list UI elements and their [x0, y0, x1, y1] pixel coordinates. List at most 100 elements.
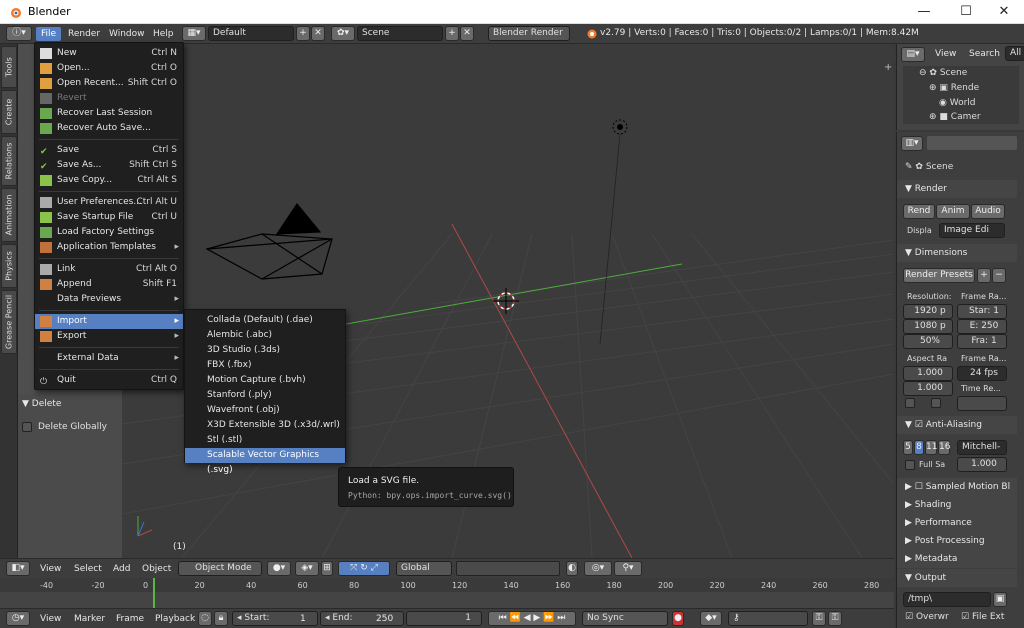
layout-add-button[interactable]: +: [296, 26, 310, 41]
import-3ds[interactable]: 3D Studio (.3ds): [185, 343, 345, 358]
tab-tools[interactable]: Tools: [1, 46, 17, 88]
shading-select[interactable]: ●▾: [267, 561, 291, 576]
playback-controls[interactable]: ⏮ ⏪ ◀ ▶ ⏩ ⏭: [488, 611, 576, 626]
frame-step-field[interactable]: Fra: 1: [957, 334, 1007, 349]
preset-add-button[interactable]: +: [977, 268, 991, 283]
menu-item-data-previews[interactable]: Data Previews ▸: [35, 292, 183, 307]
menu-item-open-recent[interactable]: Open Recent... Shift Ctrl O: [35, 76, 183, 91]
aa-samples-16[interactable]: 16: [938, 440, 950, 455]
import-fbx[interactable]: FBX (.fbx): [185, 358, 345, 373]
properties-toggle-icon[interactable]: +: [884, 62, 892, 73]
border-checkbox[interactable]: [905, 398, 915, 408]
display-select[interactable]: Image Edi: [939, 223, 1005, 238]
aa-filter-select[interactable]: Mitchell-: [957, 440, 1007, 455]
menu-item-external-data[interactable]: External Data ▸: [35, 351, 183, 366]
menu-window[interactable]: Window: [104, 27, 150, 41]
menu-add[interactable]: Add: [108, 562, 135, 576]
camera-object[interactable]: [205, 202, 333, 280]
output-panel-header[interactable]: ▼ Output: [897, 569, 1017, 587]
3d-cursor-icon[interactable]: [493, 288, 519, 314]
menu-item-link[interactable]: Link Ctrl Alt O: [35, 262, 183, 277]
scene-icon[interactable]: ✿▾: [331, 26, 355, 41]
import-stl[interactable]: Stl (.stl): [185, 433, 345, 448]
menu-select[interactable]: Select: [69, 562, 107, 576]
menu-object[interactable]: Object: [137, 562, 176, 576]
performance-panel-header[interactable]: ▶ Performance: [897, 514, 1017, 532]
menu-item-open[interactable]: Open... Ctrl O: [35, 61, 183, 76]
menu-item-recover-last[interactable]: Recover Last Session: [35, 106, 183, 121]
tab-animation[interactable]: Animation: [1, 188, 17, 242]
preview-range-icon[interactable]: ◌: [198, 611, 212, 626]
tl-menu-playback[interactable]: Playback: [150, 612, 200, 626]
aspect-y-field[interactable]: 1.000: [903, 381, 953, 396]
delete-keyframe-icon[interactable]: ⚿: [828, 611, 842, 626]
menu-item-application-templates[interactable]: Application Templates ▸: [35, 240, 183, 255]
render-panel-header[interactable]: ▼ Render: [897, 180, 1017, 198]
lock-range-icon[interactable]: 🔒︎: [214, 611, 228, 626]
maximize-button[interactable]: ☐: [946, 0, 986, 24]
render-button[interactable]: Rend: [903, 204, 935, 219]
menu-view[interactable]: View: [35, 562, 66, 576]
record-icon[interactable]: ●: [672, 611, 684, 626]
properties-context-tabs[interactable]: [927, 136, 1017, 150]
tree-camera[interactable]: ⊕ ■ Camer: [929, 112, 981, 122]
proportional-edit-select[interactable]: ◎▾: [584, 561, 612, 576]
mode-select[interactable]: Object Mode: [178, 561, 262, 576]
tab-create[interactable]: Create: [1, 90, 17, 134]
menu-item-import[interactable]: Import ▸: [35, 314, 183, 329]
sync-mode-select[interactable]: No Sync: [582, 611, 668, 626]
tree-render-layers[interactable]: ⊕ ▣ Rende: [929, 83, 979, 93]
tree-world[interactable]: ◉ World: [939, 98, 976, 108]
menu-item-save-as[interactable]: ✔ Save As... Shift Ctrl S: [35, 158, 183, 173]
menu-item-quit[interactable]: ⏻ Quit Ctrl Q: [35, 373, 183, 388]
tl-menu-frame[interactable]: Frame: [111, 612, 149, 626]
menu-help[interactable]: Help: [148, 27, 179, 41]
insert-keyframe-icon[interactable]: ⚿: [812, 611, 826, 626]
overwrite-checkbox[interactable]: ☑ Overwr: [905, 612, 949, 622]
tab-grease-pencil[interactable]: Grease Pencil: [1, 290, 17, 354]
menu-item-user-preferences[interactable]: User Preferences... Ctrl Alt U: [35, 195, 183, 210]
view3d-editor-icon[interactable]: ◧▾: [6, 561, 30, 576]
import-collada[interactable]: Collada (Default) (.dae): [185, 313, 345, 328]
layout-icon[interactable]: ▦▾: [182, 26, 206, 41]
output-path-field[interactable]: /tmp\: [903, 592, 991, 607]
menu-item-append[interactable]: Append Shift F1: [35, 277, 183, 292]
pivot-select[interactable]: ◈▾: [295, 561, 319, 576]
motion-blur-panel-header[interactable]: ▶ ☐ Sampled Motion Bl: [897, 478, 1017, 496]
menu-item-export[interactable]: Export ▸: [35, 329, 183, 344]
menu-render[interactable]: Render: [63, 27, 105, 41]
frame-start-field[interactable]: Star: 1: [957, 304, 1007, 319]
menu-file[interactable]: File: [36, 27, 62, 41]
menu-item-recover-auto[interactable]: Recover Auto Save...: [35, 121, 183, 136]
transform-manipulators[interactable]: ⤧ ↻ ⤢: [338, 561, 390, 576]
scene-add-button[interactable]: +: [445, 26, 459, 41]
time-remap-fields[interactable]: [957, 396, 1007, 411]
import-svg[interactable]: Scalable Vector Graphics (.svg): [185, 448, 345, 475]
tree-scene[interactable]: ⊖ ✿ Scene: [919, 68, 967, 78]
close-button[interactable]: ✕: [984, 0, 1024, 24]
menu-item-save-startup[interactable]: Save Startup File Ctrl U: [35, 210, 183, 225]
outliner-search-menu[interactable]: Search: [969, 49, 1000, 59]
file-extensions-checkbox[interactable]: ☑ File Ext: [961, 612, 1004, 622]
metadata-panel-header[interactable]: ▶ Metadata: [897, 550, 1017, 568]
current-frame-marker[interactable]: [153, 578, 155, 608]
minimize-button[interactable]: —: [904, 0, 944, 24]
resolution-y-field[interactable]: 1080 p: [903, 319, 953, 334]
current-frame-field[interactable]: 1: [406, 611, 482, 626]
layout-remove-button[interactable]: ✕: [311, 26, 325, 41]
timeline-ruler[interactable]: -40 -20 0 20 40 60 80 100 120 140 160 180 200 220 240 2…: [0, 578, 894, 608]
outliner-view-menu[interactable]: View: [935, 49, 956, 59]
post-processing-panel-header[interactable]: ▶ Post Processing: [897, 532, 1017, 550]
shading-panel-header[interactable]: ▶ Shading: [897, 496, 1017, 514]
render-presets-select[interactable]: Render Presets: [903, 268, 975, 283]
tl-menu-view[interactable]: View: [35, 612, 66, 626]
menu-item-new[interactable]: New Ctrl N: [35, 46, 183, 61]
animation-button[interactable]: Anim: [936, 204, 970, 219]
import-obj[interactable]: Wavefront (.obj): [185, 403, 345, 418]
tab-physics[interactable]: Physics: [1, 244, 17, 288]
filter-size-field[interactable]: 1.000: [957, 457, 1007, 472]
keying-icon[interactable]: ◆▾: [700, 611, 722, 626]
anti-aliasing-panel-header[interactable]: ▼ ☑ Anti-Aliasing: [897, 416, 1017, 434]
keying-set-field[interactable]: ⚷: [728, 611, 808, 626]
fps-select[interactable]: 24 fps: [957, 366, 1007, 381]
